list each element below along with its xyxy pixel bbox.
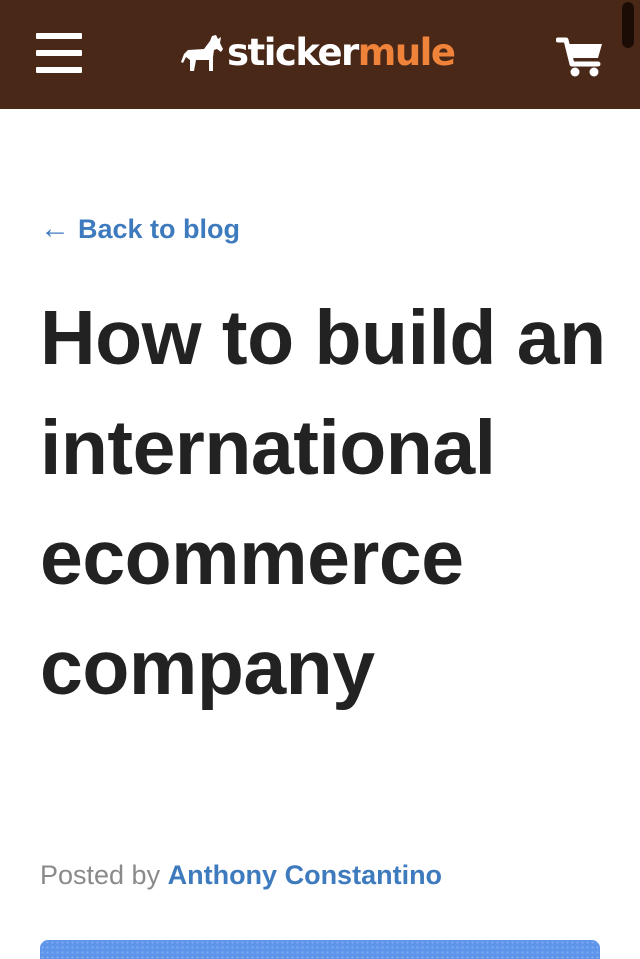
shopping-cart-icon[interactable]	[555, 36, 606, 78]
byline: Posted by Anthony Constantino	[40, 855, 442, 895]
logo-word-sticker: sticker	[227, 31, 359, 74]
back-to-blog-label: Back to blog	[78, 214, 241, 244]
stickermule-logo[interactable]: stickermule	[180, 30, 456, 76]
byline-prefix: Posted by	[40, 860, 161, 890]
back-arrow-icon: ←	[40, 212, 70, 245]
page: stickermule ← Back to blog How to build …	[0, 0, 640, 959]
back-to-blog-link[interactable]: ← Back to blog	[40, 210, 240, 248]
top-navigation-bar: stickermule	[0, 0, 640, 109]
hamburger-menu-icon[interactable]	[36, 33, 82, 73]
scroll-indicator	[622, 2, 634, 48]
article-title: How to build an international ecommerce …	[40, 295, 606, 711]
author-link[interactable]: Anthony Constantino	[168, 860, 442, 890]
world-map-image	[40, 940, 600, 959]
mule-icon	[181, 35, 223, 71]
logo-word-mule: mule	[357, 31, 456, 74]
map-dots	[40, 940, 600, 959]
